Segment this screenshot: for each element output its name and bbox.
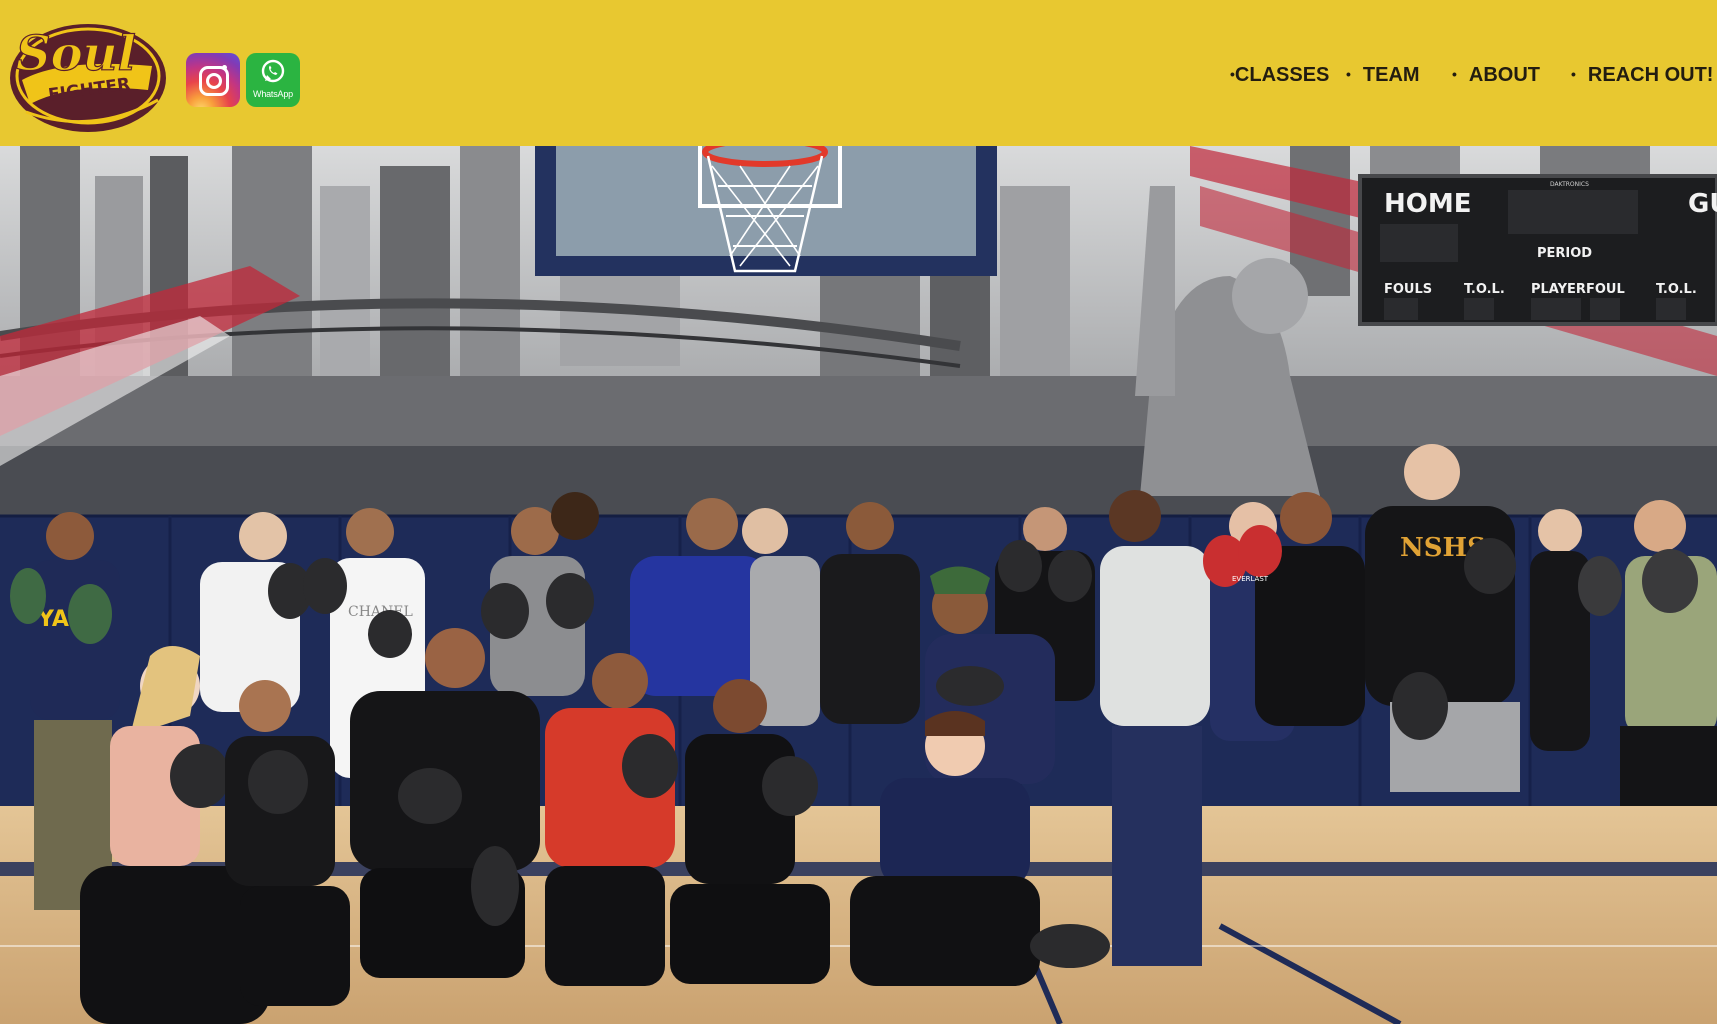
nav-team[interactable]: • TEAM bbox=[1346, 64, 1420, 88]
scoreboard-guest: GU bbox=[1688, 189, 1717, 219]
instagram-dot bbox=[222, 65, 227, 70]
whatsapp-label: WhatsApp bbox=[253, 89, 293, 99]
nav-bullet: • bbox=[1346, 66, 1351, 82]
nav-bullet: • bbox=[1571, 66, 1576, 82]
glove-everlast: EVERLAST bbox=[1232, 575, 1269, 583]
basketball-hoop bbox=[535, 146, 997, 276]
logo-text-soul: Soul bbox=[16, 26, 136, 82]
whatsapp-bubble-icon bbox=[261, 59, 285, 83]
site-header: Soul FIGHTER WhatsApp •CLASSES • TEAM • AB… bbox=[0, 0, 1717, 146]
whatsapp-icon[interactable]: WhatsApp bbox=[246, 53, 300, 107]
instagram-lens bbox=[206, 73, 222, 89]
scoreboard-foul: FOUL bbox=[1586, 282, 1625, 297]
scoreboard-fouls: FOULS bbox=[1384, 282, 1432, 297]
scoreboard-period: PERIOD bbox=[1537, 246, 1592, 261]
scoreboard-tol: T.O.L. bbox=[1464, 282, 1505, 297]
nav-classes[interactable]: •CLASSES bbox=[1230, 64, 1329, 88]
soul-fighter-logo[interactable]: Soul FIGHTER bbox=[2, 8, 170, 134]
nav-about-label: ABOUT bbox=[1468, 64, 1541, 86]
nav-bullet: • bbox=[1230, 66, 1235, 82]
instagram-icon[interactable] bbox=[186, 53, 240, 107]
nav-bullet: • bbox=[1452, 66, 1457, 82]
scoreboard-home: HOME bbox=[1384, 189, 1472, 219]
hero-group-photo: HOME GU DAKTRONICS PERIOD FOULS T.O.L. P… bbox=[0, 146, 1717, 1024]
nav-classes-label: CLASSES bbox=[1234, 64, 1330, 86]
scoreboard-brand: DAKTRONICS bbox=[1550, 181, 1589, 188]
nav-reach-out[interactable]: • REACH OUT! bbox=[1571, 64, 1713, 88]
scoreboard-tol2: T.O.L. bbox=[1656, 282, 1697, 297]
nav-about[interactable]: • ABOUT bbox=[1452, 64, 1540, 88]
scoreboard: HOME GU DAKTRONICS PERIOD FOULS T.O.L. P… bbox=[1358, 174, 1717, 326]
nav-team-label: TEAM bbox=[1362, 64, 1420, 86]
scoreboard-player: PLAYER bbox=[1531, 282, 1586, 297]
nav-reach-out-label: REACH OUT! bbox=[1587, 64, 1714, 86]
